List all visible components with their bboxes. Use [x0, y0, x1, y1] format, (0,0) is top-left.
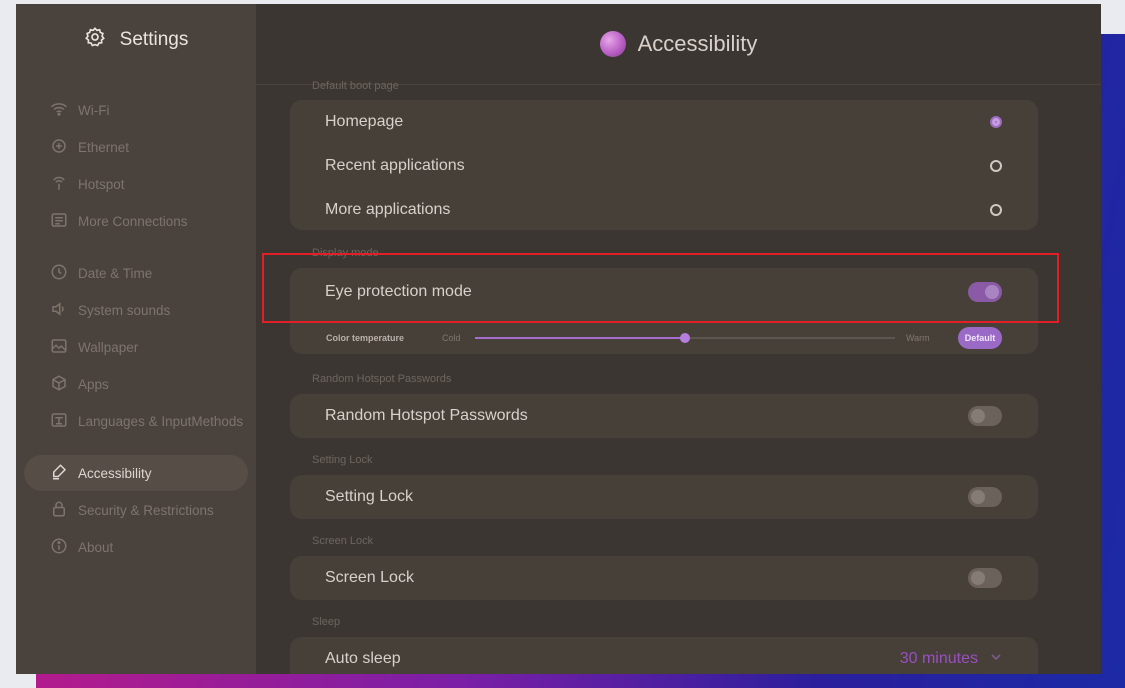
- screen-lock-row[interactable]: Screen Lock: [290, 556, 1038, 600]
- lock-icon: [50, 500, 68, 521]
- color-temperature-row: Color temperature Cold Warm Default: [290, 322, 1038, 354]
- sidebar-item-label: System sounds: [78, 302, 171, 318]
- sidebar-item-ethernet[interactable]: Ethernet: [24, 129, 248, 165]
- warm-label: Warm: [906, 333, 930, 343]
- section-label-boot-page: Default boot page: [312, 80, 399, 92]
- language-icon: [50, 411, 68, 432]
- sidebar-item-security[interactable]: Security & Restrictions: [24, 492, 248, 528]
- option-homepage[interactable]: Homepage: [290, 100, 1038, 144]
- auto-sleep-value[interactable]: 30 minutes: [900, 650, 1002, 668]
- section-label-setting-lock: Setting Lock: [312, 454, 373, 466]
- option-label: Recent applications: [325, 157, 465, 174]
- section-label-random-hotspot: Random Hotspot Passwords: [312, 373, 452, 385]
- section-label-screen-lock: Screen Lock: [312, 535, 374, 547]
- option-more-applications[interactable]: More applications: [290, 188, 1038, 232]
- setting-lock-label: Setting Lock: [325, 488, 414, 505]
- sidebar-item-languages[interactable]: Languages & InputMethods: [24, 403, 248, 439]
- accessibility-logo-icon: [599, 31, 626, 57]
- sidebar-item-label: Hotspot: [78, 176, 125, 192]
- sidebar-item-label: Security & Restrictions: [78, 502, 214, 518]
- wifi-icon: [50, 100, 68, 121]
- wallpaper-icon: [50, 337, 68, 358]
- color-temperature-slider[interactable]: [475, 333, 895, 343]
- sidebar-item-wifi[interactable]: Wi-Fi: [24, 92, 248, 128]
- settings-window: Settings Wi-Fi Ethernet Hotspot More Con…: [16, 4, 1101, 674]
- page-title: Accessibility: [637, 31, 758, 56]
- sidebar-item-label: Wallpaper: [78, 339, 139, 355]
- setting-lock-toggle[interactable]: [968, 487, 1002, 507]
- chevron-down-icon: [990, 650, 1002, 668]
- sidebar-item-label: Date & Time: [78, 265, 153, 281]
- slider-thumb[interactable]: [680, 333, 690, 343]
- sidebar: Settings Wi-Fi Ethernet Hotspot More Con…: [16, 4, 256, 674]
- sidebar-item-wallpaper[interactable]: Wallpaper: [24, 329, 248, 365]
- radio-button[interactable]: [990, 204, 1002, 216]
- slider-fill: [475, 337, 685, 339]
- cold-label: Cold: [442, 333, 461, 343]
- auto-sleep-label: Auto sleep: [325, 650, 401, 667]
- radio-button-selected[interactable]: [990, 116, 1002, 128]
- sidebar-item-label: Ethernet: [78, 139, 130, 155]
- sidebar-item-more-connections[interactable]: More Connections: [24, 203, 248, 239]
- sidebar-header: Settings: [16, 4, 256, 76]
- section-label-sleep: Sleep: [312, 616, 341, 628]
- sidebar-item-label: About: [78, 539, 114, 555]
- random-hotspot-row[interactable]: Random Hotspot Passwords: [290, 394, 1038, 438]
- apps-icon: [50, 374, 68, 395]
- sidebar-item-label: Wi-Fi: [78, 102, 110, 118]
- toggle-knob: [971, 490, 985, 504]
- screen-lock-label: Screen Lock: [325, 569, 414, 586]
- default-button[interactable]: Default: [958, 327, 1002, 349]
- accessibility-icon: [50, 463, 68, 484]
- speaker-icon: [50, 300, 68, 321]
- highlight-annotation-box: [262, 253, 1059, 323]
- option-label: More applications: [325, 201, 451, 218]
- random-hotspot-label: Random Hotspot Passwords: [325, 407, 528, 424]
- setting-lock-row[interactable]: Setting Lock: [290, 475, 1038, 519]
- sidebar-item-label: Apps: [78, 376, 109, 392]
- sidebar-item-apps[interactable]: Apps: [24, 366, 248, 402]
- sidebar-item-hotspot[interactable]: Hotspot: [24, 166, 248, 202]
- radio-button[interactable]: [990, 160, 1002, 172]
- auto-sleep-value-text: 30 minutes: [899, 650, 978, 667]
- screen-lock-toggle[interactable]: [968, 568, 1002, 588]
- connections-icon: [50, 211, 68, 232]
- auto-sleep-row[interactable]: Auto sleep 30 minutes: [290, 637, 1038, 674]
- toggle-knob: [971, 571, 985, 585]
- sidebar-item-label: More Connections: [78, 213, 188, 229]
- sidebar-item-label: Accessibility: [78, 465, 152, 481]
- option-recent-applications[interactable]: Recent applications: [290, 144, 1038, 188]
- random-hotspot-toggle[interactable]: [968, 406, 1002, 426]
- gear-icon: [84, 26, 106, 54]
- ethernet-icon: [50, 137, 68, 158]
- sidebar-item-system-sounds[interactable]: System sounds: [24, 292, 248, 328]
- page-header: Accessibility: [256, 4, 1101, 85]
- sidebar-item-date-time[interactable]: Date & Time: [24, 255, 248, 291]
- sidebar-item-accessibility[interactable]: Accessibility: [24, 455, 248, 491]
- sidebar-title: Settings: [119, 29, 189, 50]
- hotspot-icon: [50, 174, 68, 195]
- option-label: Homepage: [325, 113, 404, 130]
- sidebar-item-label: Languages & InputMethods: [78, 413, 244, 429]
- clock-icon: [50, 263, 68, 284]
- main-panel: Accessibility Default boot page Homepage…: [256, 4, 1101, 674]
- toggle-knob: [971, 409, 985, 423]
- info-icon: [50, 537, 68, 558]
- sidebar-item-about[interactable]: About: [24, 529, 248, 565]
- color-temperature-label: Color temperature: [326, 333, 405, 343]
